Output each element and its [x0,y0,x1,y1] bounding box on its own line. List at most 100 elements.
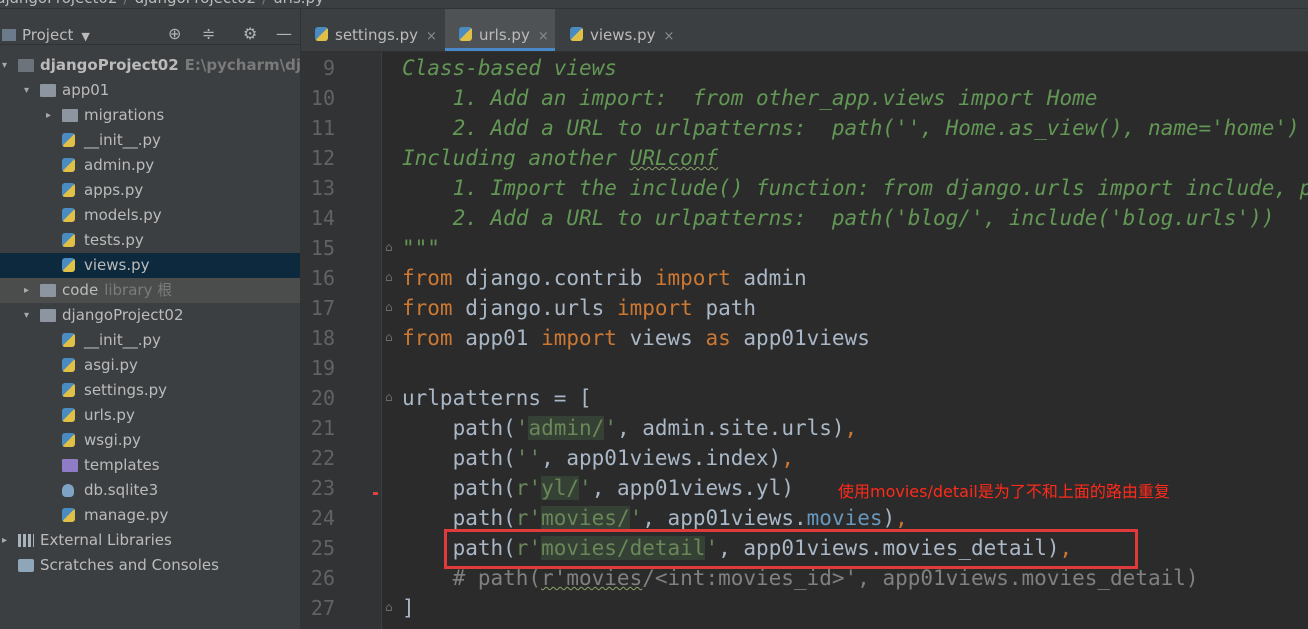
line-number: 13 [310,176,335,200]
code-token: 2. Add a URL to urlpatterns: path('blog/… [402,206,1275,230]
code-token: ' [515,416,529,440]
code-token: path( [402,506,516,530]
chevron-down-icon[interactable]: ▾ [24,303,29,328]
tree-item[interactable]: ▸ migrations [0,103,300,128]
tree-item-label: Scratches and Consoles [40,556,219,574]
tree-item[interactable]: apps.py [0,178,300,203]
fold-marker-icon[interactable]: ⌂ [385,390,393,404]
fold-marker-icon[interactable]: ⌂ [385,300,393,314]
tree-item[interactable]: models.py [0,203,300,228]
line-number-gutter: 9 10 11 12 13 14 15 16 17 18 19 20 21 22 23 24 25 26 27 [301,52,382,629]
error-marker [373,492,378,495]
tree-item-label: views.py [84,256,150,274]
tree-item[interactable]: manage.py [0,503,300,528]
code-token: path( [402,416,516,440]
line-number: 11 [310,116,335,140]
code-token: , [781,446,794,470]
tree-item[interactable]: ▾ app01 [0,78,300,103]
tree-item[interactable]: ▾ djangoProject02E:\pycharm\djang [0,53,300,78]
python-file-icon [62,383,75,397]
tree-item[interactable]: __init__.py [0,128,300,153]
code-line: Class-based views [402,53,617,83]
tree-item[interactable]: ▾ djangoProject02 [0,303,300,328]
code-line: from django.contrib import admin [402,263,807,293]
code-token: """ [402,236,440,260]
tree-item-label: __init__.py [84,331,161,349]
code-token: import [654,266,731,290]
fold-marker-icon[interactable]: ⌂ [385,330,393,344]
breadcrumb-item[interactable]: urls.py [273,0,324,7]
tree-item[interactable]: admin.py [0,153,300,178]
chevron-right-icon[interactable]: ▸ [46,103,51,128]
editor-tab[interactable]: urls.py × [445,9,555,51]
tree-item-label: code library 根 [62,281,173,299]
line-number: 15 [310,236,335,260]
tree-item-label: db.sqlite3 [84,481,159,499]
close-icon[interactable]: × [426,29,437,44]
code-line: 1. Add an import: from other_app.views i… [402,83,1098,113]
code-token: path( [402,446,516,470]
code-token: , app01views.index) [541,446,782,470]
fold-marker-icon[interactable]: ⌂ [385,240,393,254]
tree-item[interactable]: Scratches and Consoles [0,553,300,578]
editor-tab-label: settings.py [335,26,418,44]
project-view-selector[interactable]: Project ▼ [2,25,90,47]
code-token: /<int:movies_id>', app01views.movies_det… [642,566,1199,590]
python-file-icon [62,208,75,222]
editor-tab-label: views.py [590,26,656,44]
chevron-down-icon[interactable]: ▾ [2,53,7,78]
code-token: movies/ [541,506,630,530]
tree-item-label: migrations [84,106,165,124]
line-number: 27 [310,596,335,620]
code-token: '' [515,446,542,470]
line-number: 9 [322,56,335,80]
tree-item[interactable]: ▸ code library 根 [0,278,300,303]
tree-item[interactable]: asgi.py [0,353,300,378]
tree-item[interactable]: tests.py [0,228,300,253]
code-line: 1. Import the include() function: from d… [402,173,1308,203]
tree-item[interactable]: __init__.py [0,328,300,353]
tree-item[interactable]: templates [0,453,300,478]
fold-marker-icon[interactable]: ⌂ [385,600,393,614]
code-token: views [616,326,706,350]
breadcrumb: djangoProject02 / djangoProject02 / urls.py [0,0,1308,9]
chevron-right-icon[interactable]: ▸ [24,278,29,303]
chevron-right-icon[interactable]: ▸ [2,528,7,553]
code-line: path('admin/', admin.site.urls), [402,413,857,443]
code-line: ] [402,593,415,623]
target-icon[interactable]: ⊕ [168,24,181,43]
project-panel-title: Project [22,26,74,44]
breadcrumb-item[interactable]: djangoProject02 [0,0,118,7]
line-number: 21 [310,416,335,440]
line-number: 20 [310,386,335,410]
tree-item[interactable]: urls.py [0,403,300,428]
tree-item[interactable]: wsgi.py [0,428,300,453]
tree-item[interactable]: views.py [0,253,300,278]
editor-tab[interactable]: views.py × [556,9,674,51]
minimize-icon[interactable]: — [276,24,292,43]
code-token: from [402,326,453,350]
chevron-down-icon[interactable]: ▾ [24,78,29,103]
close-icon[interactable]: × [664,29,675,44]
code-token: ' [579,476,592,500]
tree-item-label: manage.py [84,506,169,524]
python-file-icon [459,27,472,41]
line-number: 19 [310,356,335,380]
fold-marker-icon[interactable]: ⌂ [385,270,393,284]
tree-item[interactable]: ▸ External Libraries [0,528,300,553]
code-token: path( [402,476,516,500]
code-token: movies [806,506,883,530]
code-editor[interactable]: 9 10 11 12 13 14 15 16 17 18 19 20 21 22 23 24 25 26 27 Cl… [301,52,1308,629]
collapse-icon[interactable]: ≑ [202,24,215,43]
tree-item[interactable]: settings.py [0,378,300,403]
breadcrumb-item[interactable]: djangoProject02 [135,0,257,7]
close-icon[interactable]: × [538,29,549,44]
project-panel-header: Project ▼ ⊕ ≑ ⚙ — [0,9,300,45]
code-token: ] [402,596,415,620]
tree-item[interactable]: db.sqlite3 [0,478,300,503]
gear-icon[interactable]: ⚙ [243,24,257,43]
code-token: from [402,296,453,320]
editor-tab[interactable]: settings.py × [301,9,444,51]
code-token: yl/ [541,476,580,500]
python-file-icon [62,258,75,272]
